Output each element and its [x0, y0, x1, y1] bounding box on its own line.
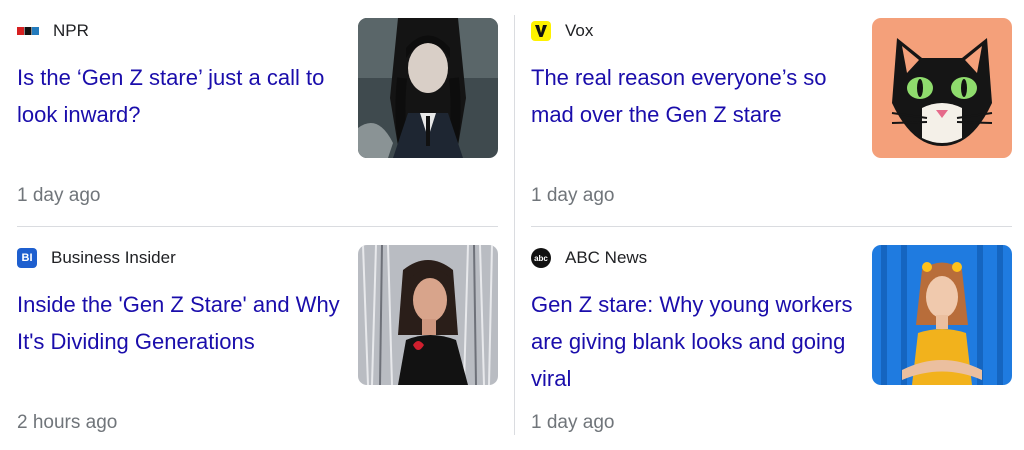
timestamp: 1 day ago [531, 412, 615, 433]
news-source: NPR [17, 20, 89, 42]
dark-haired-woman-braids-photo [358, 18, 498, 158]
news-source: BI Business Insider [17, 247, 176, 269]
source-name: Vox [565, 21, 594, 40]
article-thumbnail[interactable] [358, 18, 498, 158]
abc-news-logo-icon: abc [531, 248, 551, 268]
news-source: Vox [531, 20, 593, 42]
news-card-abc-news[interactable]: abc ABC News Gen Z stare: Why young work… [531, 242, 1013, 449]
headline-link[interactable]: The real reason everyone’s so mad over t… [531, 59, 861, 133]
timestamp: 2 hours ago [17, 412, 118, 433]
news-card-vox[interactable]: Vox The real reason everyone’s so mad ov… [531, 15, 1013, 222]
news-card-npr[interactable]: NPR Is the ‘Gen Z stare’ just a call to … [17, 15, 499, 222]
vox-logo-icon [531, 21, 551, 41]
source-name: ABC News [565, 248, 648, 267]
woman-tinsel-background-photo [358, 245, 498, 385]
woman-blue-curtain-photo [872, 245, 1012, 385]
timestamp: 1 day ago [17, 185, 101, 206]
article-thumbnail[interactable] [872, 245, 1012, 385]
source-name: NPR [53, 21, 89, 40]
article-thumbnail[interactable] [872, 18, 1012, 158]
npr-logo-icon [17, 21, 39, 41]
cat-illustration [872, 18, 1012, 158]
column-divider [514, 15, 515, 435]
row-divider [531, 226, 1012, 227]
timestamp: 1 day ago [531, 185, 615, 206]
headline-link[interactable]: Is the ‘Gen Z stare’ just a call to look… [17, 59, 347, 133]
article-thumbnail[interactable] [358, 245, 498, 385]
source-name: Business Insider [51, 248, 176, 267]
headline-link[interactable]: Gen Z stare: Why young workers are givin… [531, 286, 861, 397]
row-divider [17, 226, 498, 227]
news-source: abc ABC News [531, 247, 647, 269]
news-card-business-insider[interactable]: BI Business Insider Inside the 'Gen Z St… [17, 242, 499, 449]
news-grid: NPR Is the ‘Gen Z stare’ just a call to … [0, 0, 1024, 450]
business-insider-logo-icon: BI [17, 248, 37, 268]
headline-link[interactable]: Inside the 'Gen Z Stare' and Why It's Di… [17, 286, 347, 360]
